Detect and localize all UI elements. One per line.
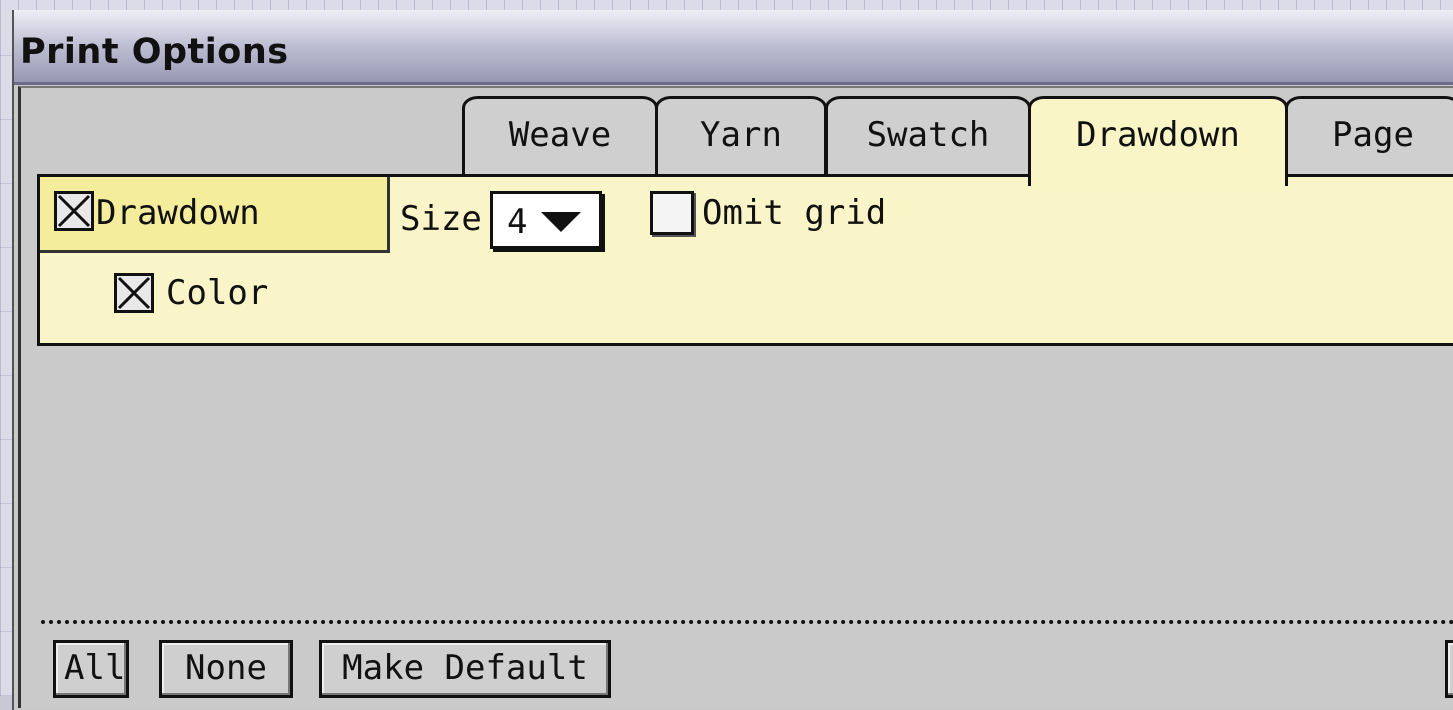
all-button[interactable]: All (53, 640, 129, 698)
separator (41, 620, 1453, 624)
omit-grid-label: Omit grid (702, 193, 887, 233)
tab-page[interactable]: Page (1285, 96, 1453, 176)
tab-yarn[interactable]: Yarn (655, 96, 827, 176)
drawdown-checkbox[interactable] (54, 191, 94, 231)
all-button-label: All (64, 648, 126, 688)
color-label: Color (166, 273, 269, 313)
drawdown-panel: Drawdown Size 4 Omit grid Color (37, 174, 1453, 346)
tab-weave[interactable]: Weave (462, 96, 658, 176)
none-button[interactable]: None (159, 640, 293, 698)
tab-swatch[interactable]: Swatch (825, 96, 1031, 176)
dropdown-arrow-icon (541, 212, 581, 232)
omit-grid-checkbox[interactable] (650, 191, 694, 235)
tab-label: Swatch (866, 115, 990, 155)
partial-button[interactable] (1445, 640, 1453, 698)
window-title: Print Options (20, 32, 289, 72)
tab-drawdown[interactable]: Drawdown (1028, 96, 1288, 186)
drawdown-section-header: Drawdown (40, 177, 390, 253)
size-dropdown[interactable]: 4 (490, 191, 602, 249)
dialog-content: Weave Yarn Swatch Drawdown Page Drawdown… (18, 86, 1453, 708)
check-x-icon (57, 194, 91, 228)
size-label: Size (400, 199, 482, 239)
print-options-window: Print Options Weave Yarn Swatch Drawdown… (12, 10, 1453, 710)
tab-label: Yarn (700, 115, 782, 155)
make-default-button[interactable]: Make Default (319, 640, 611, 698)
none-button-label: None (185, 648, 267, 688)
title-bar[interactable]: Print Options (14, 10, 1453, 85)
tab-label: Drawdown (1076, 115, 1240, 155)
drawdown-label: Drawdown (96, 193, 260, 233)
make-default-button-label: Make Default (342, 648, 588, 688)
tab-label: Page (1332, 115, 1414, 155)
color-checkbox[interactable] (114, 273, 154, 313)
tab-label: Weave (508, 115, 612, 155)
size-value: 4 (507, 202, 528, 242)
check-x-icon (117, 276, 151, 310)
